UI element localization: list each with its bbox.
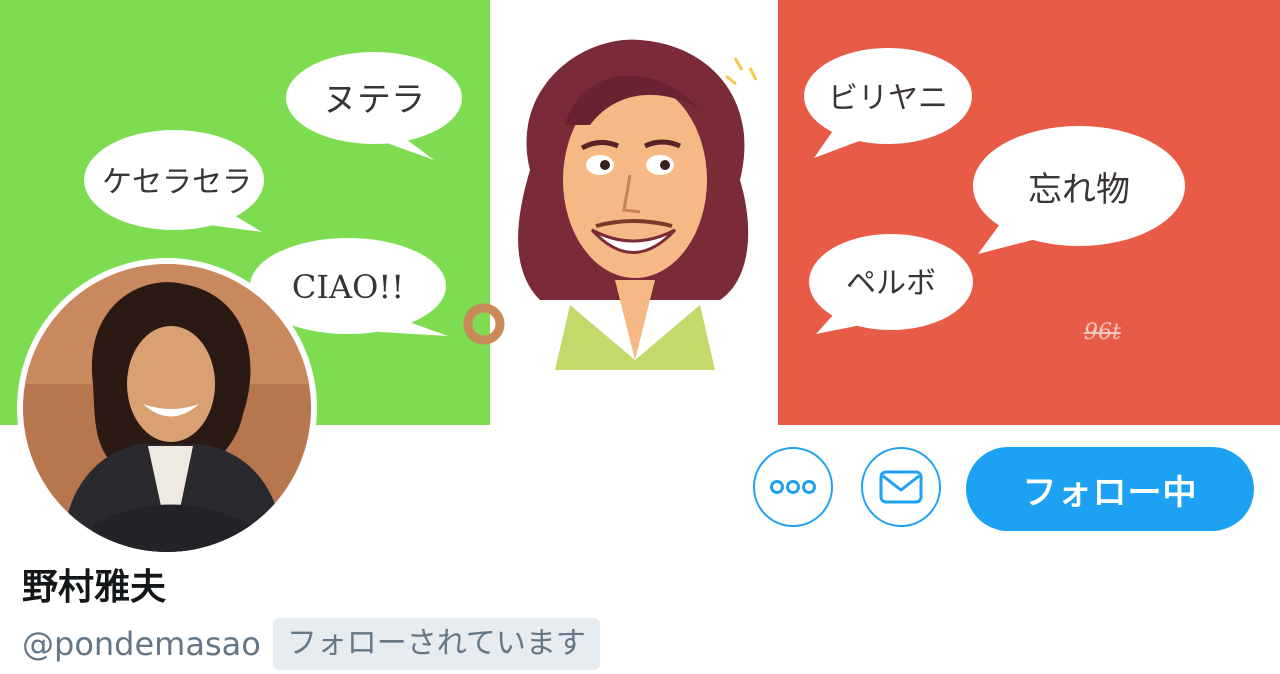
avatar-photo	[23, 264, 311, 552]
direct-message-button[interactable]	[861, 447, 941, 527]
speech-bubble: ペルボ	[806, 230, 976, 336]
more-dots-icon	[770, 480, 816, 494]
follows-you-badge: フォローされています	[272, 618, 600, 670]
speech-bubble: ビリヤニ	[802, 44, 974, 158]
following-button[interactable]: フォロー中	[966, 447, 1254, 531]
handle-row: @pondemasao フォローされています	[22, 616, 600, 672]
bubble-text: ヌテラ	[323, 79, 425, 120]
ring-icon	[463, 303, 505, 345]
artist-signature: 96t	[1084, 320, 1121, 345]
more-options-button[interactable]	[753, 447, 833, 527]
bubble-text: 忘れ物	[1028, 169, 1130, 210]
bubble-text: ビリヤニ	[828, 81, 948, 116]
avatar[interactable]	[17, 258, 317, 558]
bubble-text: ペルボ	[846, 266, 936, 301]
envelope-icon	[879, 470, 923, 504]
speech-bubble: ヌテラ	[284, 48, 464, 160]
bubble-text: ケセラセラ	[102, 165, 252, 200]
display-name: 野村雅夫	[22, 567, 167, 608]
speech-bubble: 忘れ物	[970, 124, 1188, 256]
caricature-illustration	[518, 39, 758, 370]
user-handle: @pondemasao	[22, 625, 261, 663]
speech-bubble: ケセラセラ	[82, 128, 272, 236]
